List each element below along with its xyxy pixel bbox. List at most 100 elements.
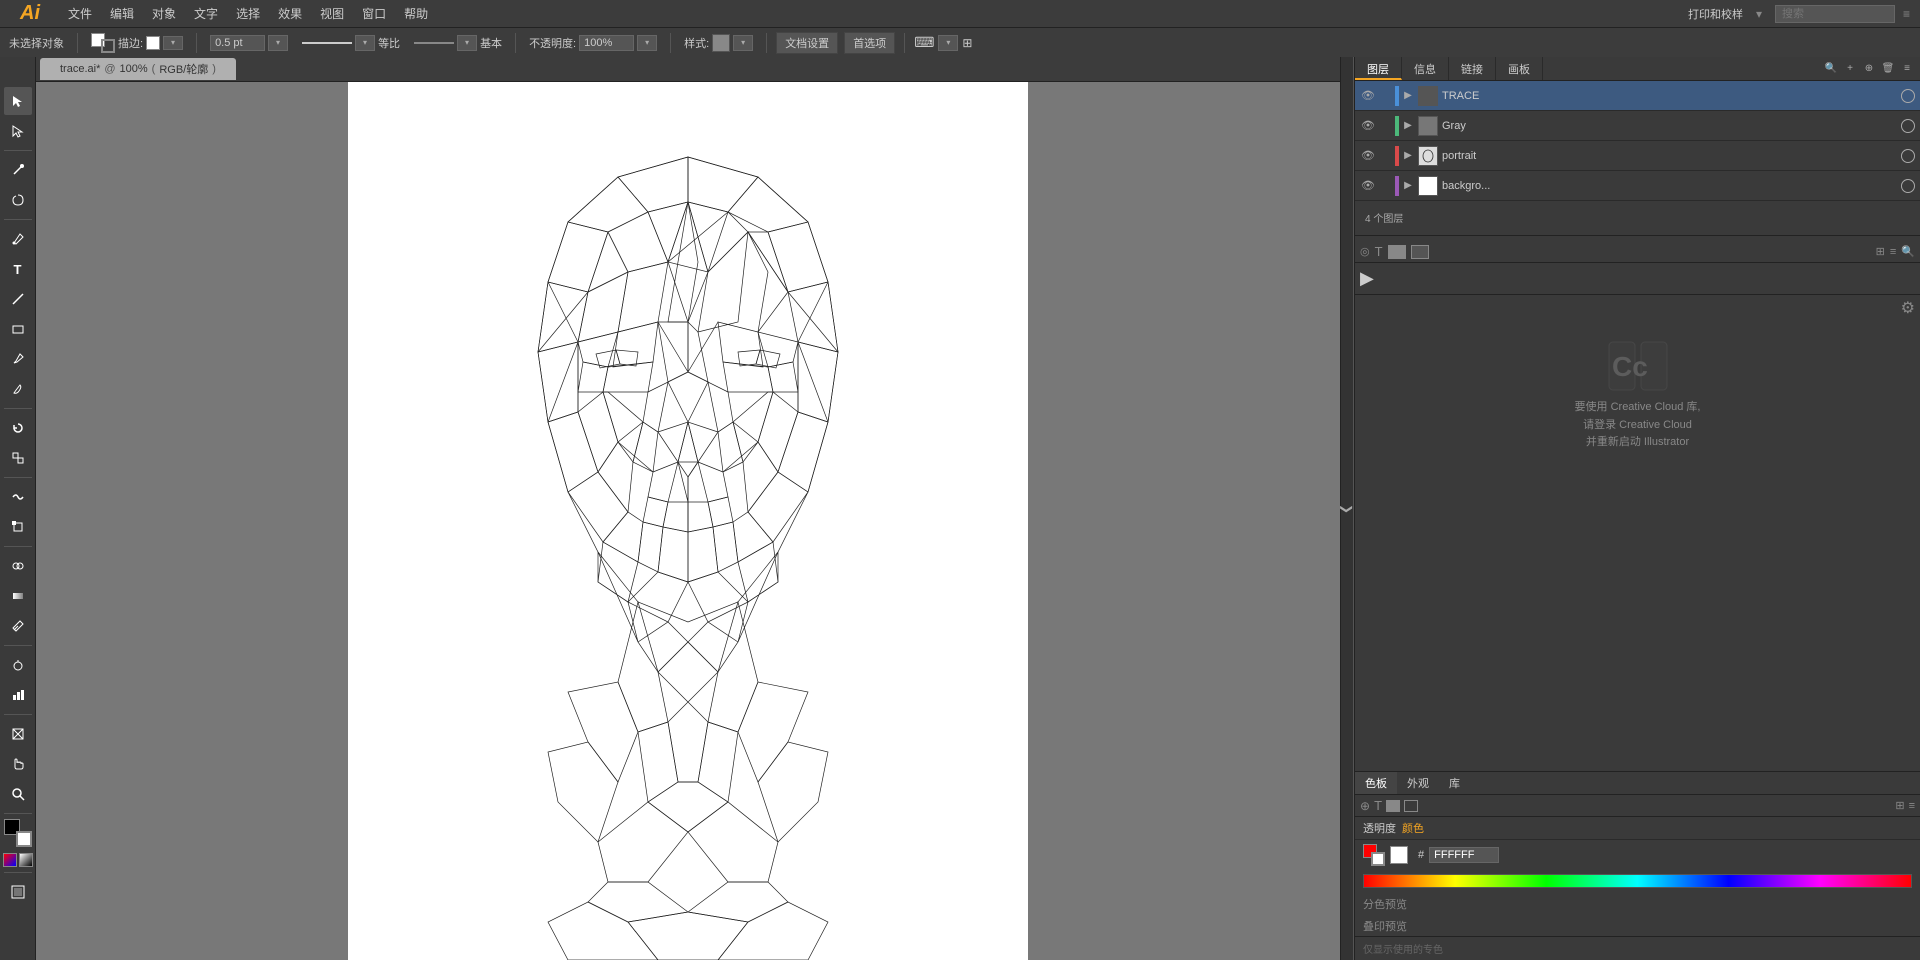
tool-slice[interactable]	[4, 720, 32, 748]
grid-icon[interactable]: ⊞	[1876, 245, 1885, 258]
tool-selection[interactable]	[4, 87, 32, 115]
stroke-icon[interactable]	[1411, 245, 1429, 259]
swatch-add-icon[interactable]: ⊕	[1360, 799, 1370, 813]
layer-row-portrait[interactable]: 👁 ▶ portrait	[1355, 141, 1920, 171]
layer-expand-bg[interactable]: ▶	[1402, 180, 1414, 191]
tool-hand[interactable]	[4, 750, 32, 778]
panel-find-icon[interactable]: 🔍	[1823, 61, 1839, 77]
style-dropdown[interactable]: ▾	[733, 35, 753, 51]
tool-type[interactable]: T	[4, 255, 32, 283]
menu-file[interactable]: 文件	[60, 2, 100, 25]
cp-tab-library[interactable]: 库	[1439, 772, 1470, 794]
layer-row-gray[interactable]: 👁 ▶ Gray	[1355, 111, 1920, 141]
opacity-input[interactable]	[579, 35, 634, 51]
stroke-none[interactable]: ▾	[163, 36, 183, 50]
tab-info[interactable]: 信息	[1402, 57, 1449, 80]
menu-help[interactable]: 帮助	[396, 2, 436, 25]
panel-add-icon[interactable]: +	[1842, 61, 1858, 77]
search-input[interactable]	[1775, 5, 1895, 23]
menu-effect[interactable]: 效果	[270, 2, 310, 25]
tool-eyedropper[interactable]	[4, 612, 32, 640]
rect-icon[interactable]	[1388, 245, 1406, 259]
tool-pen[interactable]	[4, 225, 32, 253]
tool-rectangle[interactable]	[4, 315, 32, 343]
layer-target-bg[interactable]	[1901, 179, 1915, 193]
style-swatch[interactable]	[712, 34, 730, 52]
swatch-list-icon[interactable]: ≡	[1909, 800, 1915, 812]
layer-row-trace[interactable]: 👁 ▶ TRACE	[1355, 81, 1920, 111]
menu-select[interactable]: 选择	[228, 2, 268, 25]
preferences-button[interactable]: 首选项	[844, 32, 895, 54]
menu-text[interactable]: 文字	[186, 2, 226, 25]
panel-move-icon[interactable]: ⊕	[1861, 61, 1877, 77]
tab-artboard[interactable]: 画板	[1496, 57, 1543, 80]
tool-gradient[interactable]	[4, 582, 32, 610]
tool-magic-wand[interactable]	[4, 156, 32, 184]
panel-arrange-icon[interactable]: ⊞	[962, 36, 972, 50]
gear-icon[interactable]: ⚙	[1901, 298, 1915, 318]
text-icon[interactable]: T	[1375, 244, 1383, 259]
layer-expand-trace[interactable]: ▶	[1402, 90, 1414, 101]
menu-edit[interactable]: 编辑	[102, 2, 142, 25]
tool-lasso[interactable]	[4, 186, 32, 214]
extra-dropdown[interactable]: ▾	[938, 35, 958, 51]
layer-expand-gray[interactable]: ▶	[1402, 120, 1414, 131]
tool-screen-mode[interactable]	[4, 878, 32, 906]
color-spectrum[interactable]	[1363, 874, 1912, 888]
document-tab[interactable]: trace.ai* @ 100% ( RGB/轮廓 )	[40, 58, 236, 80]
swatch-border-icon[interactable]	[1404, 800, 1418, 812]
tool-warp[interactable]	[4, 483, 32, 511]
tool-direct-selection[interactable]	[4, 117, 32, 145]
tab-links[interactable]: 链接	[1449, 57, 1496, 80]
tool-pencil[interactable]	[4, 345, 32, 373]
panel-menu-icon[interactable]: ≡	[1899, 61, 1915, 77]
fill-stroke-icon[interactable]	[91, 33, 115, 53]
layer-eye-trace[interactable]: 👁	[1360, 89, 1376, 102]
stroke-color[interactable]	[146, 36, 160, 50]
search-icon[interactable]: 🔍	[1901, 245, 1915, 258]
opacity-dropdown[interactable]: ▾	[637, 35, 657, 51]
fill-stroke-small[interactable]	[1363, 844, 1385, 866]
fill-stroke-tool[interactable]	[4, 819, 32, 847]
panel-toggle-icon[interactable]: ≡	[1903, 7, 1910, 21]
basic-dropdown[interactable]: ▾	[457, 35, 477, 51]
layer-eye-portrait[interactable]: 👁	[1360, 149, 1376, 162]
doc-settings-button[interactable]: 文档设置	[776, 32, 838, 54]
layer-target-portrait[interactable]	[1901, 149, 1915, 163]
layer-row-background[interactable]: 👁 ▶ backgro...	[1355, 171, 1920, 201]
swatch-T-icon[interactable]: T	[1374, 798, 1382, 813]
stroke-dropdown[interactable]: ▾	[268, 35, 288, 51]
line-style-dropdown[interactable]: ▾	[355, 35, 375, 51]
extra-icon1[interactable]: ⌨	[914, 34, 934, 51]
cp-tab-appearance[interactable]: 外观	[1397, 772, 1439, 794]
layer-expand-portrait[interactable]: ▶	[1402, 150, 1414, 161]
layer-target-gray[interactable]	[1901, 119, 1915, 133]
tool-shape-builder[interactable]	[4, 552, 32, 580]
tool-graph[interactable]	[4, 681, 32, 709]
swatch-rect-icon[interactable]	[1386, 800, 1400, 812]
menu-window[interactable]: 窗口	[354, 2, 394, 25]
layer-target-trace[interactable]	[1901, 89, 1915, 103]
cp-tab-swatches[interactable]: 色板	[1355, 772, 1397, 794]
play-button[interactable]: ▶	[1360, 268, 1374, 289]
hex-color-input[interactable]	[1429, 847, 1499, 863]
menu-object[interactable]: 对象	[144, 2, 184, 25]
tool-line[interactable]	[4, 285, 32, 313]
locate-icon[interactable]: ◎	[1360, 245, 1370, 258]
tab-layers[interactable]: 图层	[1355, 57, 1402, 80]
panel-collapse-button[interactable]: ❯	[1340, 57, 1354, 960]
list-icon[interactable]: ≡	[1890, 246, 1896, 258]
print-preview-btn[interactable]: 叠印预览	[1355, 916, 1920, 936]
canvas-area[interactable]	[36, 82, 1340, 960]
layer-eye-gray[interactable]: 👁	[1360, 119, 1376, 132]
white-swatch[interactable]	[1390, 846, 1408, 864]
swatch-grid-icon[interactable]: ⊞	[1895, 799, 1904, 812]
tool-zoom[interactable]	[4, 780, 32, 808]
bw-mode-btn[interactable]	[19, 853, 33, 867]
panel-del-icon[interactable]: 🗑	[1880, 61, 1896, 77]
tool-scale[interactable]	[4, 444, 32, 472]
menu-view[interactable]: 视图	[312, 2, 352, 25]
tool-rotate[interactable]	[4, 414, 32, 442]
color-mode-btn[interactable]	[3, 853, 17, 867]
layer-eye-bg[interactable]: 👁	[1360, 179, 1376, 192]
